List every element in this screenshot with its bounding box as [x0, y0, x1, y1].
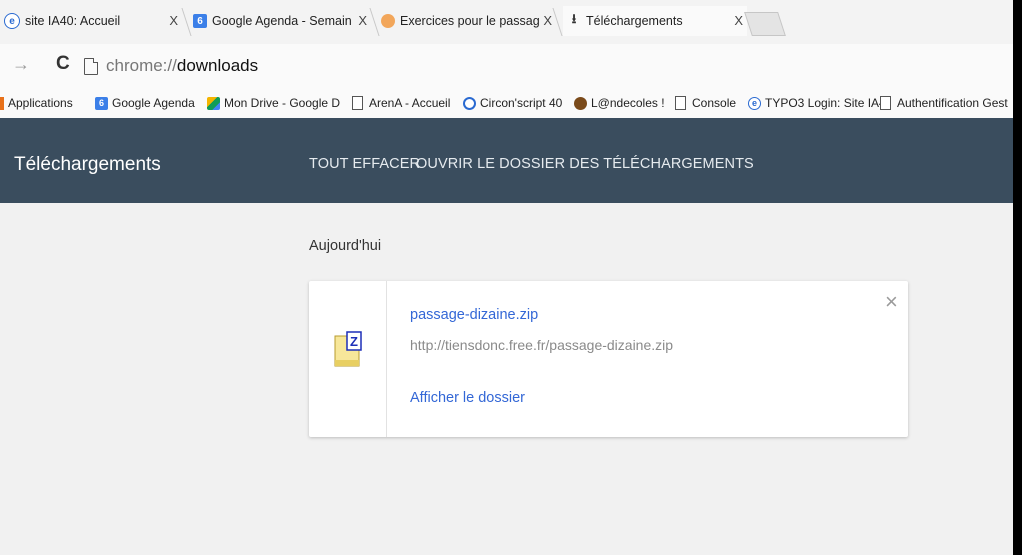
browser-window: e site IA40: Accueil X 6 Google Agenda -… — [0, 0, 1013, 555]
clear-all-button[interactable]: TOUT EFFACER — [309, 156, 420, 172]
tab-title: Exercices pour le passage — [400, 14, 540, 28]
bookmark-label: Console — [692, 96, 737, 110]
bookmark-console[interactable]: Console — [675, 96, 736, 110]
bookmark-label: Google Agenda — [112, 96, 195, 110]
tab-exercices[interactable]: Exercices pour le passage X — [381, 6, 556, 36]
bookmark-authentification[interactable]: Authentification Gest — [880, 96, 1013, 110]
forward-arrow-icon[interactable]: → — [12, 54, 30, 75]
bookmark-typo3-login[interactable]: e TYPO3 Login: Site IA4 — [748, 96, 881, 110]
drive-icon — [207, 96, 220, 110]
file-icon-column: Z — [309, 281, 387, 437]
tab-close-icon[interactable]: X — [169, 13, 178, 28]
bookmark-label: Mon Drive - Google D — [224, 96, 341, 110]
page-icon — [880, 96, 891, 110]
download-source-url: http://tiensdonc.free.fr/passage-dizaine… — [410, 337, 674, 353]
page-icon — [84, 57, 98, 75]
tab-google-agenda[interactable]: 6 Google Agenda - Semaine X — [193, 6, 371, 36]
landecoles-icon — [574, 96, 587, 110]
bookmark-google-agenda[interactable]: 6 Google Agenda — [95, 96, 195, 110]
download-file-name-link[interactable]: passage-dizaine.zip — [410, 307, 538, 323]
download-icon: ⭳ — [571, 11, 577, 26]
calendar-icon: 6 — [95, 96, 108, 110]
bookmark-label: TYPO3 Login: Site IA4 — [765, 96, 881, 110]
bookmark-mon-drive[interactable]: Mon Drive - Google D — [207, 96, 340, 110]
remove-download-icon[interactable]: × — [885, 291, 898, 313]
tab-site-ia40[interactable]: e site IA40: Accueil X — [4, 6, 182, 36]
bookmark-label: Applications — [8, 96, 73, 110]
tab-telechargements[interactable]: ⭳ Téléchargements X — [563, 6, 747, 36]
apps-icon — [0, 96, 4, 110]
typo3-icon: e — [748, 96, 761, 110]
page-icon — [675, 96, 686, 110]
bookmark-landecoles[interactable]: L@ndecoles ! — [574, 96, 665, 110]
downloads-header: Téléchargements TOUT EFFACER OUVRIR LE D… — [0, 118, 1013, 203]
zip-letter: Z — [350, 334, 358, 349]
exercise-icon — [381, 14, 395, 28]
page-title: Téléchargements — [14, 154, 161, 175]
typo3-icon: e — [4, 13, 20, 29]
tab-title: Google Agenda - Semaine — [212, 14, 352, 28]
bookmark-circonscript[interactable]: Circon'script 40 — [463, 96, 562, 110]
tab-close-icon[interactable]: X — [734, 13, 743, 28]
bookmarks-bar: Applications 6 Google Agenda Mon Drive -… — [0, 90, 1013, 119]
tab-close-icon[interactable]: X — [543, 13, 552, 28]
page-icon — [352, 96, 363, 110]
calendar-icon: 6 — [193, 14, 207, 28]
bookmark-arena[interactable]: ArenA - Accueil — [352, 96, 450, 110]
address-bar[interactable]: chrome://downloads — [84, 52, 1004, 80]
toolbar: → C chrome://downloads — [0, 44, 1013, 91]
tab-separator — [181, 8, 192, 36]
zip-file-icon: Z — [334, 331, 362, 367]
tab-strip: e site IA40: Accueil X 6 Google Agenda -… — [0, 0, 1013, 44]
date-section-title: Aujourd'hui — [309, 238, 382, 254]
tab-title: site IA40: Accueil — [25, 14, 121, 28]
url-host: downloads — [176, 56, 259, 75]
bookmark-label: Authentification Gest — [897, 96, 1008, 110]
tab-title: Téléchargements — [586, 14, 683, 28]
bookmark-applications[interactable]: Applications — [0, 96, 73, 110]
bookmark-label: ArenA - Accueil — [369, 96, 451, 110]
open-downloads-folder-button[interactable]: OUVRIR LE DOSSIER DES TÉLÉCHARGEMENTS — [416, 156, 754, 172]
tab-close-icon[interactable]: X — [358, 13, 367, 28]
url-scheme: chrome:// — [106, 56, 177, 75]
show-in-folder-link[interactable]: Afficher le dossier — [410, 390, 525, 406]
reload-icon[interactable]: C — [56, 53, 70, 75]
circon-icon — [463, 96, 476, 110]
new-tab-button[interactable] — [744, 12, 786, 36]
bookmark-label: L@ndecoles ! — [591, 96, 665, 110]
bookmark-label: Circon'script 40 — [480, 96, 563, 110]
download-item-card: Z passage-dizaine.zip http://tiensdonc.f… — [309, 281, 908, 437]
